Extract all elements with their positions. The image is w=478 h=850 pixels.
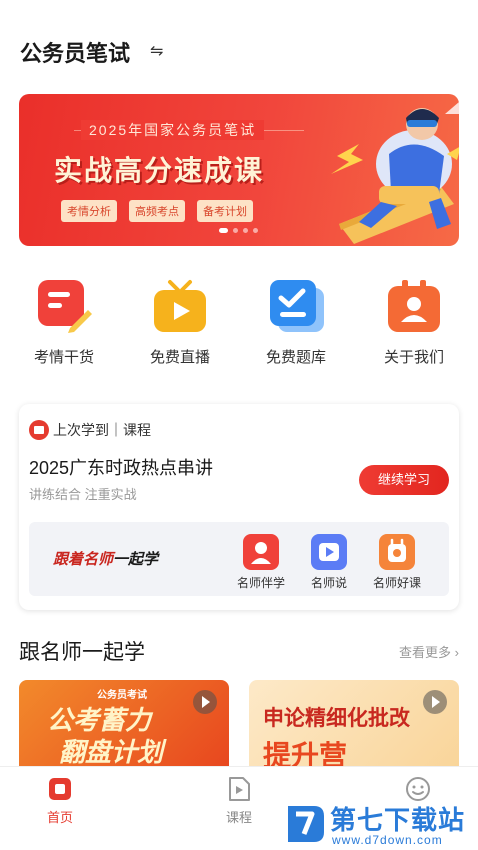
last-study-card: 上次学到｜课程 2025广东时政热点串讲 讲练结合 注重实战 继续学习 跟着名师… bbox=[19, 404, 459, 610]
course-book-icon bbox=[29, 420, 49, 440]
play-icon[interactable] bbox=[423, 690, 447, 714]
home-icon bbox=[46, 775, 74, 803]
banner-dot[interactable] bbox=[253, 228, 258, 233]
banner-tag: 备考计划 bbox=[197, 200, 253, 222]
course-thumbnail[interactable]: 申论精细化批改 提升营 bbox=[249, 680, 459, 766]
quick-entry-exam-info[interactable]: 考情干货 bbox=[14, 278, 114, 367]
teacher-entry-label: 名师伴学 bbox=[236, 576, 285, 590]
watermark-logo-icon bbox=[288, 806, 324, 842]
banner-dot[interactable] bbox=[233, 228, 238, 233]
quick-entry-label: 免费题库 bbox=[265, 349, 326, 366]
tab-home[interactable]: 首页 bbox=[30, 775, 90, 826]
quick-entry-label: 考情干货 bbox=[33, 349, 94, 366]
thumb-title-line2: 提升营 bbox=[263, 740, 348, 766]
teacher-entry-talks[interactable]: 名师说 bbox=[299, 534, 359, 591]
quick-entry-about-us[interactable]: 关于我们 bbox=[364, 278, 464, 367]
thumb-title-line1: 申论精细化批改 bbox=[263, 707, 410, 730]
main-content: 2025年国家公务员笔试 实战高分速成课 考情分析 高频考点 备考计划 考情干货… bbox=[0, 82, 478, 766]
quick-entry-row: 考情干货 免费直播 免费题库 关于我们 bbox=[0, 278, 478, 378]
course-badge-icon bbox=[379, 534, 415, 570]
teacher-entry-label: 名师说 bbox=[310, 576, 347, 590]
slogan-black-text: 一起学 bbox=[113, 551, 159, 568]
banner-dot[interactable] bbox=[243, 228, 248, 233]
banner-tag: 考情分析 bbox=[61, 200, 117, 222]
thumb-title-line2: 翻盘计划 bbox=[59, 737, 164, 766]
last-study-header: 上次学到｜课程 bbox=[29, 420, 151, 440]
banner-tags: 考情分析 高频考点 备考计划 bbox=[61, 200, 253, 222]
banner-dot[interactable] bbox=[219, 228, 228, 233]
promo-banner[interactable]: 2025年国家公务员笔试 实战高分速成课 考情分析 高频考点 备考计划 bbox=[19, 94, 459, 246]
student-illustration-icon bbox=[331, 102, 459, 244]
banner-main-title: 实战高分速成课 bbox=[54, 155, 265, 186]
tab-label: 首页 bbox=[46, 810, 73, 825]
quick-entry-free-live[interactable]: 免费直播 bbox=[130, 278, 230, 367]
tv-play-icon bbox=[152, 278, 208, 334]
last-study-label: 上次学到｜课程 bbox=[53, 422, 151, 438]
last-course-title[interactable]: 2025广东时政热点串讲 bbox=[29, 454, 213, 480]
teacher-entry-accompany[interactable]: 名师伴学 bbox=[231, 534, 291, 591]
teacher-entry-label: 名师好课 bbox=[372, 576, 421, 590]
checklist-icon bbox=[268, 278, 324, 334]
teacher-entry-box: 跟着名师一起学 名师伴学 名师说 名师好课 bbox=[29, 522, 449, 596]
course-play-icon bbox=[225, 775, 253, 803]
quick-entry-question-bank[interactable]: 免费题库 bbox=[246, 278, 346, 367]
watermark-title: 第七下载站 bbox=[330, 805, 466, 835]
play-icon[interactable] bbox=[193, 690, 217, 714]
slogan-red-text: 跟着名师 bbox=[53, 551, 114, 568]
quick-entry-label: 免费直播 bbox=[149, 349, 210, 366]
featured-teachers-section: 跟名师一起学 查看更多 › bbox=[19, 634, 459, 664]
video-play-icon bbox=[311, 534, 347, 570]
teacher-slogan: 跟着名师一起学 bbox=[53, 548, 158, 569]
teacher-entry-courses[interactable]: 名师好课 bbox=[367, 534, 427, 591]
tab-courses[interactable]: 课程 bbox=[209, 775, 269, 826]
app-header: 公务员笔试 ⇋ bbox=[0, 0, 478, 82]
person-badge-icon bbox=[386, 278, 442, 334]
site-watermark: 第七下载站 www.d7down.com bbox=[280, 800, 478, 850]
banner-tag: 高频考点 bbox=[129, 200, 185, 222]
banner-subtitle: 2025年国家公务员笔试 bbox=[81, 120, 265, 140]
teacher-avatar-icon bbox=[243, 534, 279, 570]
section-title: 跟名师一起学 bbox=[19, 641, 145, 664]
tab-label: 课程 bbox=[225, 810, 252, 825]
watermark-url: www.d7down.com bbox=[332, 833, 443, 847]
continue-learning-button[interactable]: 继续学习 bbox=[359, 465, 449, 495]
switch-exam-icon[interactable]: ⇋ bbox=[150, 41, 163, 61]
course-thumbnail[interactable]: 公务员考试 公考蓄力 翻盘计划 bbox=[19, 680, 229, 766]
last-course-subtitle: 讲练结合 注重实战 bbox=[29, 487, 137, 502]
page-title[interactable]: 公务员笔试 bbox=[20, 36, 130, 68]
notes-pencil-icon bbox=[36, 278, 92, 334]
thumb-top-label: 公务员考试 bbox=[97, 690, 147, 701]
banner-pagination[interactable] bbox=[219, 228, 258, 233]
quick-entry-label: 关于我们 bbox=[383, 349, 444, 366]
smile-face-icon bbox=[404, 775, 432, 803]
view-more-link[interactable]: 查看更多 › bbox=[399, 642, 459, 661]
